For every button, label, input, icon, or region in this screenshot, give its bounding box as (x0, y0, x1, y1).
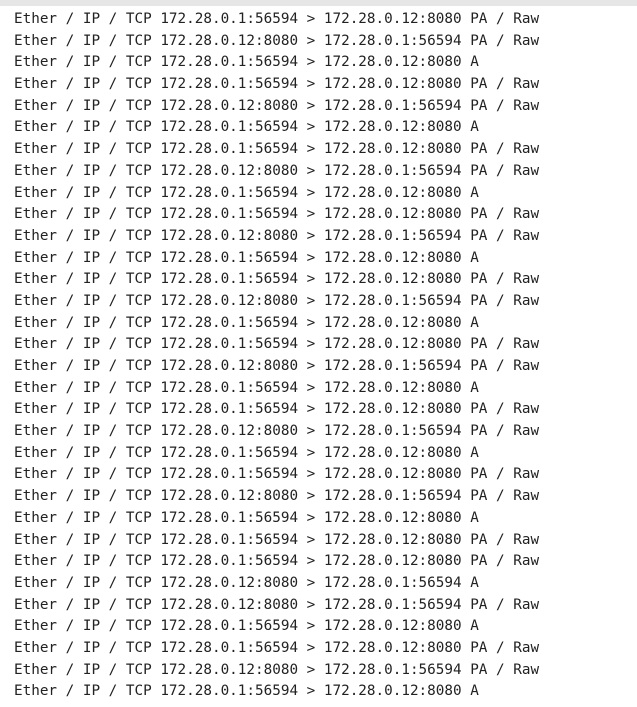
packet-line: Ether / IP / TCP 172.28.0.1:56594 > 172.… (14, 531, 540, 548)
packet-line: Ether / IP / TCP 172.28.0.1:56594 > 172.… (14, 11, 540, 27)
packet-line: Ether / IP / TCP 172.28.0.12:8080 > 172.… (14, 97, 540, 114)
packet-line: Ether / IP / TCP 172.28.0.1:56594 > 172.… (14, 271, 540, 288)
packet-line: Ether / IP / TCP 172.28.0.1:56594 > 172.… (14, 401, 540, 418)
packet-output: Ether / IP / TCP 172.28.0.1:56594 > 172.… (0, 6, 637, 703)
packet-line: Ether / IP / TCP 172.28.0.12:8080 > 172.… (14, 227, 540, 244)
packet-line: Ether / IP / TCP 172.28.0.1:56594 > 172.… (14, 206, 540, 223)
packet-line: Ether / IP / TCP 172.28.0.1:56594 > 172.… (14, 379, 479, 396)
packet-line: Ether / IP / TCP 172.28.0.1:56594 > 172.… (14, 76, 540, 93)
packet-line: Ether / IP / TCP 172.28.0.12:8080 > 172.… (14, 358, 540, 374)
packet-line: Ether / IP / TCP 172.28.0.12:8080 > 172.… (14, 162, 540, 179)
packet-line: Ether / IP / TCP 172.28.0.1:56594 > 172.… (14, 336, 540, 353)
packet-line: Ether / IP / TCP 172.28.0.1:56594 > 172.… (14, 249, 479, 266)
packet-line: Ether / IP / TCP 172.28.0.1:56594 > 172.… (14, 553, 540, 570)
packet-line: Ether / IP / TCP 172.28.0.12:8080 > 172.… (14, 292, 540, 309)
packet-line: Ether / IP / TCP 172.28.0.1:56594 > 172.… (14, 119, 479, 136)
packet-line: Ether / IP / TCP 172.28.0.1:56594 > 172.… (14, 54, 479, 71)
packet-line: Ether / IP / TCP 172.28.0.1:56594 > 172.… (14, 639, 540, 656)
packet-line: Ether / IP / TCP 172.28.0.1:56594 > 172.… (14, 683, 479, 700)
packet-line: Ether / IP / TCP 172.28.0.12:8080 > 172.… (14, 423, 540, 440)
packet-line: Ether / IP / TCP 172.28.0.1:56594 > 172.… (14, 444, 479, 461)
packet-line: Ether / IP / TCP 172.28.0.1:56594 > 172.… (14, 509, 479, 526)
packet-line: Ether / IP / TCP 172.28.0.12:8080 > 172.… (14, 661, 540, 678)
packet-line: Ether / IP / TCP 172.28.0.1:56594 > 172.… (14, 141, 540, 158)
packet-line: Ether / IP / TCP 172.28.0.1:56594 > 172.… (14, 314, 479, 331)
packet-line: Ether / IP / TCP 172.28.0.1:56594 > 172.… (14, 184, 479, 201)
packet-line: Ether / IP / TCP 172.28.0.1:56594 > 172.… (14, 618, 479, 635)
packet-line: Ether / IP / TCP 172.28.0.1:56594 > 172.… (14, 466, 540, 483)
packet-line: Ether / IP / TCP 172.28.0.12:8080 > 172.… (14, 32, 540, 49)
packet-line: Ether / IP / TCP 172.28.0.12:8080 > 172.… (14, 488, 540, 505)
packet-line: Ether / IP / TCP 172.28.0.12:8080 > 172.… (14, 574, 479, 591)
packet-line: Ether / IP / TCP 172.28.0.12:8080 > 172.… (14, 596, 540, 613)
